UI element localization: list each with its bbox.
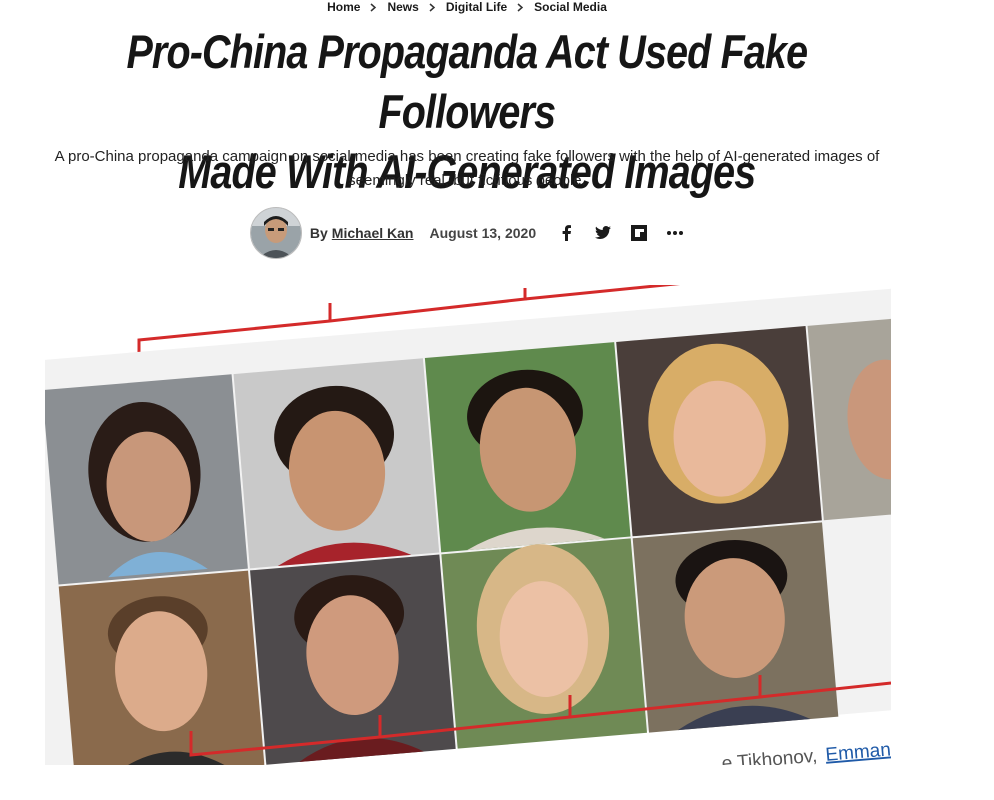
title-line-1: Pro-China Propaganda Act Used Fake Follo… — [126, 25, 808, 138]
hero-image: ...e Tikhonov, Emmanue — [45, 285, 891, 765]
breadcrumb-social-media[interactable]: Social Media — [534, 0, 607, 14]
article-deck: A pro-China propaganda campaign on socia… — [54, 148, 880, 189]
author-link[interactable]: Michael Kan — [332, 225, 414, 241]
breadcrumb-home[interactable]: Home — [327, 0, 360, 14]
face-tile-4 — [616, 326, 822, 537]
twitter-icon[interactable] — [594, 224, 612, 242]
image-credit-text: ...e Tikhonov, — [705, 746, 818, 765]
more-icon[interactable] — [666, 224, 684, 242]
facebook-icon[interactable] — [558, 224, 576, 242]
author-avatar[interactable] — [249, 207, 302, 259]
face-tile-8 — [441, 538, 648, 749]
face-tile-1 — [45, 374, 248, 585]
byline-prefix: By — [309, 225, 328, 241]
breadcrumb-digital-life[interactable]: Digital Life — [446, 0, 507, 14]
face-tile-6 — [58, 570, 265, 765]
face-tile-2 — [233, 358, 440, 569]
chevron-right-icon — [429, 2, 436, 12]
breadcrumb: Home News Digital Life Social Media — [0, 0, 934, 14]
chevron-right-icon — [370, 2, 377, 12]
share-bar — [558, 224, 684, 242]
chevron-right-icon — [517, 2, 524, 12]
flipboard-icon[interactable] — [630, 224, 648, 242]
face-tile-3 — [424, 342, 631, 553]
byline: By Michael Kan August 13, 2020 — [0, 207, 934, 259]
breadcrumb-news[interactable]: News — [387, 0, 418, 14]
image-credit-link[interactable]: Emmanue — [825, 738, 891, 765]
publish-date: August 13, 2020 — [429, 225, 537, 241]
